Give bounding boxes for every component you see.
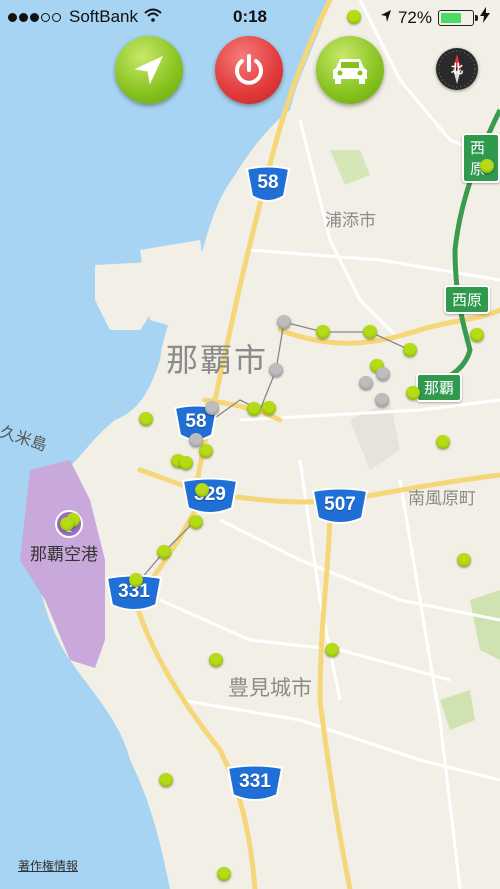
power-icon xyxy=(235,54,263,85)
map-canvas[interactable] xyxy=(0,0,500,889)
poi-marker-green[interactable] xyxy=(209,653,223,667)
poi-marker-green[interactable] xyxy=(480,159,494,173)
label-tomigusuku: 豊見城市 xyxy=(228,676,312,700)
route-329-shield: 329 xyxy=(180,478,240,516)
poi-marker-green[interactable] xyxy=(363,325,377,339)
route-331-shield: 331 xyxy=(225,765,285,803)
locate-button[interactable] xyxy=(115,36,183,104)
poi-marker-gray[interactable] xyxy=(205,401,219,415)
poi-marker-green[interactable] xyxy=(159,773,173,787)
poi-marker-gray[interactable] xyxy=(375,393,389,407)
status-right: 72% xyxy=(380,7,490,28)
status-bar: SoftBank 0:18 72% xyxy=(0,0,500,34)
poi-marker-gray[interactable] xyxy=(189,433,203,447)
poi-marker-green[interactable] xyxy=(157,545,171,559)
poi-marker-green[interactable] xyxy=(262,401,276,415)
label-urasoe: 浦添市 xyxy=(325,211,376,231)
poi-marker-green[interactable] xyxy=(139,412,153,426)
poi-marker-gray[interactable] xyxy=(269,363,283,377)
label-naha-airport: 那覇空港 xyxy=(30,545,98,565)
location-services-icon xyxy=(380,8,392,28)
location-arrow-icon xyxy=(134,55,164,85)
poi-marker-gray[interactable] xyxy=(277,315,291,329)
charging-bolt-icon xyxy=(480,7,490,28)
compass-label: 北 xyxy=(450,62,463,76)
battery-percent: 72% xyxy=(397,7,432,27)
poi-marker-green[interactable] xyxy=(406,386,420,400)
poi-marker-green[interactable] xyxy=(217,867,231,881)
label-naha-city: 那覇市 xyxy=(166,341,269,379)
poi-marker-green[interactable] xyxy=(60,517,74,531)
poi-marker-green[interactable] xyxy=(189,515,203,529)
poi-marker-green[interactable] xyxy=(247,402,261,416)
expressway-sign-nishihara-top: 西原 xyxy=(462,133,500,183)
route-507-shield: 507 xyxy=(310,488,370,526)
expressway-sign-naha: 那覇 xyxy=(416,373,463,402)
poi-marker-green[interactable] xyxy=(199,444,213,458)
poi-marker-green[interactable] xyxy=(470,328,484,342)
label-minami-kazehara: 南風原町 xyxy=(408,489,476,509)
car-icon xyxy=(333,59,367,84)
poi-marker-green[interactable] xyxy=(403,343,417,357)
route-58-shield: 58 xyxy=(244,166,292,204)
poi-marker-green[interactable] xyxy=(195,483,209,497)
poi-marker-green[interactable] xyxy=(457,553,471,567)
poi-marker-green[interactable] xyxy=(129,573,143,587)
expressway-sign-nishihara: 西原 xyxy=(444,285,491,314)
poi-marker-gray[interactable] xyxy=(376,367,390,381)
copyright-link[interactable]: 著作権情報 xyxy=(18,857,78,874)
battery-icon xyxy=(438,9,478,26)
poi-marker-gray[interactable] xyxy=(359,376,373,390)
poi-marker-green[interactable] xyxy=(325,643,339,657)
poi-marker-green[interactable] xyxy=(436,435,450,449)
compass-button[interactable]: 北 xyxy=(436,48,478,90)
poi-marker-green[interactable] xyxy=(179,456,193,470)
poi-marker-green[interactable] xyxy=(316,325,330,339)
power-button[interactable] xyxy=(215,36,283,104)
vehicle-button[interactable] xyxy=(316,36,384,104)
